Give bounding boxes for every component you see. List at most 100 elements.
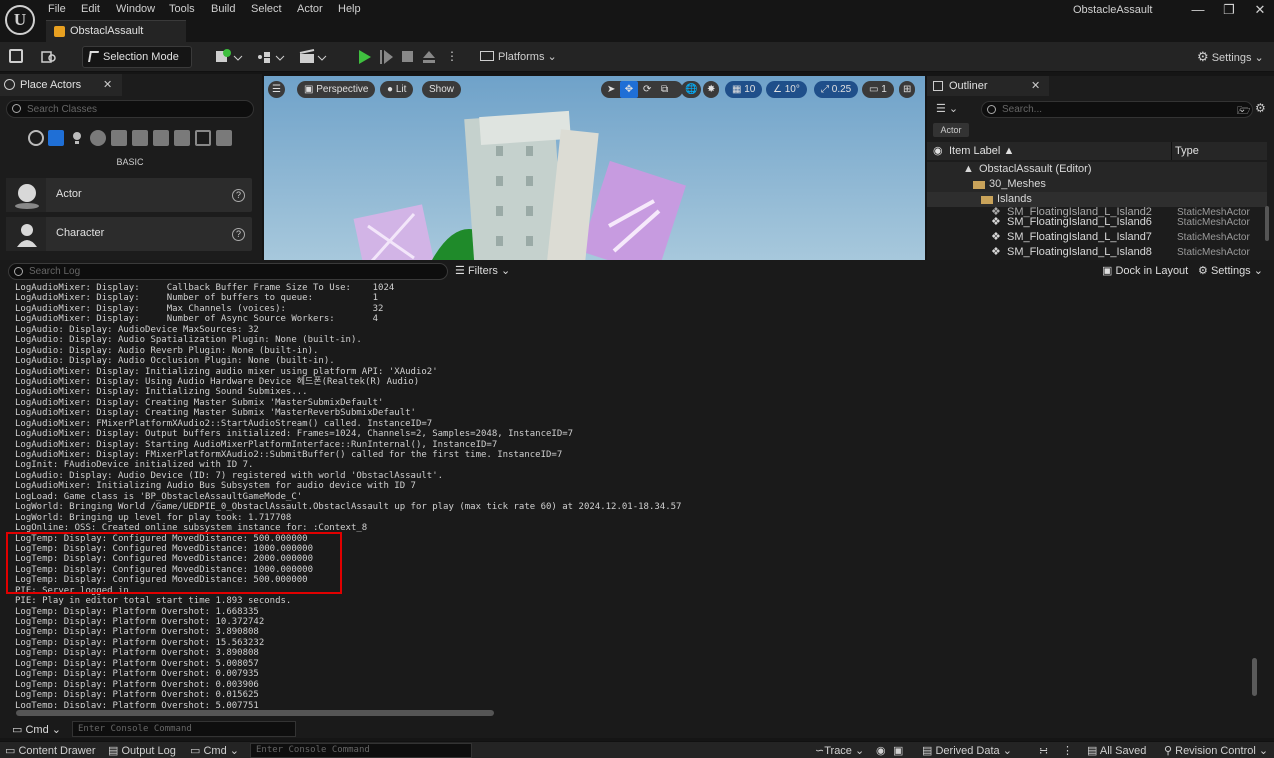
grid-snap-toggle[interactable]: ▦ 10	[725, 81, 763, 98]
revision-control-button[interactable]: ⚲ Revision Control ⌄	[1164, 744, 1268, 757]
menu-actor[interactable]: Actor	[297, 3, 323, 17]
basic-category-icon[interactable]	[48, 130, 64, 146]
play-icon[interactable]	[359, 50, 371, 64]
filter-icon[interactable]: ☰ ⌄	[936, 102, 958, 115]
menu-select[interactable]: Select	[251, 3, 282, 17]
world-space-icon[interactable]: 🌐	[681, 81, 702, 98]
cinematics-button[interactable]	[298, 46, 328, 68]
close-tab-icon[interactable]: ✕	[1031, 76, 1040, 96]
help-icon[interactable]: ?	[232, 228, 245, 241]
maximize-icon[interactable]: ❐	[1216, 1, 1242, 19]
camera-speed-button[interactable]: ▭ 1	[862, 81, 894, 98]
browse-icon[interactable]	[41, 49, 56, 63]
cinematic-icon[interactable]	[111, 130, 127, 146]
source-control-icon[interactable]: ∺	[1039, 744, 1048, 757]
place-actors-tab[interactable]: Place Actors ✕	[0, 74, 122, 96]
dock-in-layout-button[interactable]: ▣ Dock in Layout	[1102, 264, 1188, 277]
lit-button[interactable]: ● Lit	[380, 81, 414, 98]
stop-icon[interactable]	[402, 51, 413, 62]
close-tab-icon[interactable]: ✕	[103, 74, 112, 96]
shapes-icon[interactable]	[90, 130, 106, 146]
cmd-label: Cmd	[25, 724, 49, 736]
all-classes-icon[interactable]	[195, 130, 211, 146]
play-options-icon[interactable]: ⋮	[446, 49, 458, 63]
log-line: LogAudioMixer: Initializing Audio Bus Su…	[15, 481, 416, 492]
select-tool-icon[interactable]: ➤	[607, 81, 615, 98]
gear-icon[interactable]: ⚙	[1255, 101, 1266, 115]
menu-file[interactable]: File	[48, 3, 66, 17]
status-console-input[interactable]: Enter Console Command	[250, 743, 472, 758]
menu-help[interactable]: Help	[338, 3, 361, 17]
all-saved-indicator[interactable]: ▤ All Saved	[1087, 744, 1146, 757]
outliner-row[interactable]: ❖ SM_FloatingIsland_L_Island7 StaticMesh…	[927, 230, 1267, 245]
lights-icon[interactable]	[69, 130, 85, 146]
actor-item-character[interactable]: Character ?	[6, 217, 252, 251]
advance-frame-icon[interactable]	[380, 50, 394, 64]
log-line: PIE: Play in editor total start time 1.8…	[15, 596, 292, 607]
transform-tools[interactable]: ➤ ✥ ⟳ ⧉	[601, 81, 683, 98]
perspective-button[interactable]: ▣ Perspective	[297, 81, 376, 98]
log-text-area[interactable]: LogAudioMixer: Display: Callback Buffer …	[15, 283, 1245, 708]
show-button[interactable]: Show	[422, 81, 462, 98]
item-label-header[interactable]: Item Label ▲	[949, 145, 1014, 157]
eject-icon[interactable]	[422, 50, 436, 64]
trace-button[interactable]: ∽Trace ⌄	[815, 744, 864, 757]
selection-mode-dropdown[interactable]: Selection Mode ⌄	[82, 46, 192, 82]
angle-snap-toggle[interactable]: ∠ 10°	[766, 81, 807, 98]
content-drawer-button[interactable]: ▭ Content Drawer	[5, 744, 96, 757]
filters-button[interactable]: ☰ Filters ⌄	[455, 264, 510, 277]
level-viewport[interactable]: ☰ ▣ Perspective ● Lit Show ➤ ✥ ⟳ ⧉ 🌐 ✸ ▦…	[264, 76, 925, 260]
volumes-icon[interactable]	[174, 130, 190, 146]
log-settings-button[interactable]: ⚙ Settings ⌄	[1198, 264, 1263, 277]
menu-tools[interactable]: Tools	[169, 3, 195, 17]
menu-window[interactable]: Window	[116, 3, 155, 17]
outliner-search-input[interactable]: Search... ⌄	[981, 101, 1253, 118]
outliner-row[interactable]: 30_Meshes	[927, 177, 1267, 192]
visibility-icon[interactable]: ◉	[933, 144, 943, 157]
blueprints-button[interactable]	[256, 46, 286, 68]
more-classes-icon[interactable]	[216, 130, 232, 146]
console-command-input[interactable]: Enter Console Command	[72, 721, 296, 737]
cmd-dropdown[interactable]: ▭ Cmd ⌄	[12, 723, 61, 736]
more-options-icon[interactable]: ⋮	[1062, 744, 1073, 757]
outliner-tab[interactable]: Outliner ✕	[927, 76, 1049, 96]
scale-tool-icon[interactable]: ⧉	[661, 81, 668, 98]
derived-data-button[interactable]: ▤ Derived Data ⌄	[922, 744, 1012, 757]
help-icon[interactable]: ?	[232, 189, 245, 202]
viewport-menu-button[interactable]: ☰	[268, 81, 285, 98]
settings-button[interactable]: ⚙ Settings ⌄	[1197, 46, 1264, 68]
menu-build[interactable]: Build	[211, 3, 235, 17]
unreal-logo-icon[interactable]: U	[5, 5, 35, 35]
visual-effects-icon[interactable]	[132, 130, 148, 146]
log-horizontal-scrollbar[interactable]	[16, 710, 494, 716]
grid-snap-icon: ▦	[732, 84, 745, 95]
add-folder-icon[interactable]: 🗁	[1237, 102, 1251, 121]
category-label: BASIC	[116, 157, 144, 167]
type-header[interactable]: Type	[1175, 145, 1199, 157]
log-vertical-scrollbar[interactable]	[1252, 658, 1257, 696]
actor-filter-chip[interactable]: Actor	[933, 123, 969, 137]
search-log-input[interactable]: Search Log	[8, 263, 448, 280]
outliner-row[interactable]: ❖ SM_FloatingIsland_L_Island8 StaticMesh…	[927, 245, 1267, 260]
outliner-row[interactable]: ▲ ObstaclAssault (Editor)	[927, 162, 1267, 177]
platforms-button[interactable]: Platforms ⌄	[480, 46, 557, 68]
outliner-row[interactable]: ❖ SM_FloatingIsland_L_Island6 StaticMesh…	[927, 215, 1267, 230]
recent-icon[interactable]	[28, 130, 44, 146]
project-tab[interactable]: ObstaclAssault	[46, 20, 186, 42]
geometry-icon[interactable]	[153, 130, 169, 146]
outliner-scrollbar[interactable]	[1265, 206, 1269, 241]
output-log-button[interactable]: ▤ Output Log	[108, 744, 176, 757]
save-icon[interactable]	[9, 49, 23, 63]
menu-edit[interactable]: Edit	[81, 3, 100, 17]
search-classes-input[interactable]: Search Classes	[6, 100, 254, 118]
add-content-button[interactable]	[214, 46, 244, 68]
record-icon[interactable]: ◉	[876, 744, 886, 757]
cmd-dropdown-status[interactable]: ▭ Cmd ⌄	[190, 744, 239, 757]
camera-capture-icon[interactable]: ▣	[893, 744, 903, 757]
rotate-tool-icon[interactable]: ⟳	[643, 81, 651, 98]
move-tool-icon[interactable]: ✥	[620, 81, 638, 98]
actor-item-actor[interactable]: Actor ?	[6, 178, 252, 212]
scale-snap-toggle[interactable]: ⤢ 0.25	[814, 81, 859, 98]
minimize-icon[interactable]: —	[1185, 1, 1211, 19]
close-icon[interactable]: ✕	[1247, 1, 1273, 19]
